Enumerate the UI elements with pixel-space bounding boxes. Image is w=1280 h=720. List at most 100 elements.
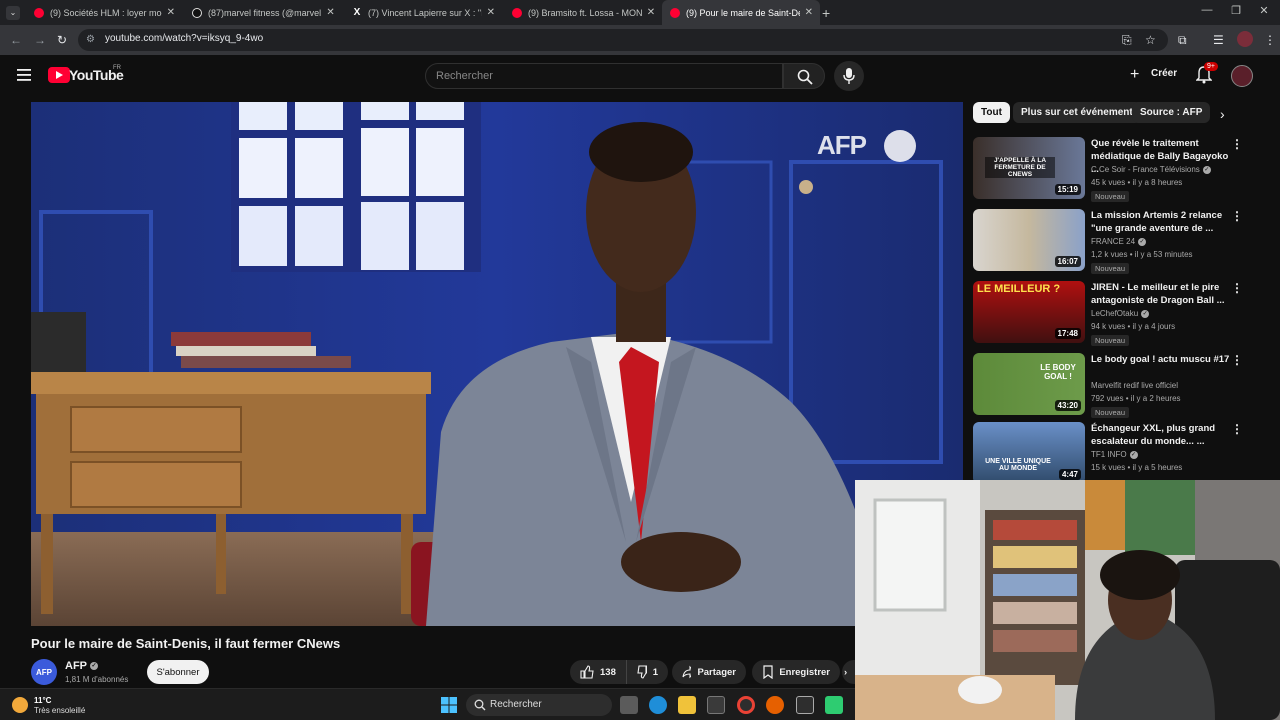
more-actions-button[interactable]: › xyxy=(842,660,856,684)
bookmark-star-icon[interactable]: ☆ xyxy=(1145,33,1156,47)
new-badge: Nouveau xyxy=(1091,335,1130,346)
green-app-icon[interactable] xyxy=(825,696,843,714)
chip-more-on-event[interactable]: Plus sur cet événement xyxy=(1013,102,1141,123)
channel-avatar[interactable]: AFP xyxy=(31,659,57,685)
video-duration: 15:19 xyxy=(1054,184,1081,195)
reading-list-icon[interactable]: ☰ xyxy=(1213,33,1224,47)
task-view-icon[interactable] xyxy=(620,696,638,714)
share-arrow-icon xyxy=(682,665,692,679)
minimize-window-icon[interactable]: — xyxy=(1195,4,1219,16)
channel-name[interactable]: Marvelfit redif live officiel xyxy=(1091,381,1178,390)
maximize-window-icon[interactable]: ❐ xyxy=(1224,4,1248,17)
verified-check-icon: ✓ xyxy=(1202,165,1211,174)
extensions-icon[interactable]: ⧉ xyxy=(1178,33,1187,48)
voice-search-button[interactable] xyxy=(834,61,864,91)
browser-tab-1[interactable]: (9) Sociétés HLM : loyer modé... ✕ xyxy=(26,0,182,25)
video-thumbnail[interactable]: 16:07 xyxy=(973,209,1085,271)
new-badge: Nouveau xyxy=(1091,191,1130,202)
video-title[interactable]: Échangeur XXL, plus grand escalateur du … xyxy=(1091,422,1233,448)
weather-description[interactable]: Très ensoleillé xyxy=(34,706,85,715)
browser-tab-3[interactable]: X (7) Vincent Lapierre sur X : "Il a... … xyxy=(344,0,502,25)
edge-browser-icon[interactable] xyxy=(649,696,667,714)
tab-close-icon[interactable]: ✕ xyxy=(486,7,496,18)
more-actions-icon[interactable]: ⋮ xyxy=(1231,137,1243,151)
forward-arrow-icon[interactable]: → xyxy=(34,33,46,47)
site-info-icon[interactable]: ⚙ xyxy=(86,34,95,45)
more-actions-icon[interactable]: ⋮ xyxy=(1231,422,1243,436)
hamburger-menu-icon[interactable] xyxy=(17,69,31,81)
tab-title: (9) Bramsito ft. Lossa - MONÉG... xyxy=(528,7,642,18)
video-player[interactable]: AFP xyxy=(31,102,963,626)
streaming-app-icon[interactable] xyxy=(796,696,814,714)
verified-check-icon: ✓ xyxy=(90,662,98,671)
tab-search-dropdown-icon[interactable]: ⌄ xyxy=(6,6,20,20)
video-thumbnail[interactable]: J'APPELLE À LA FERMETURE DE CNEWS 15:19 xyxy=(973,137,1085,199)
chip-all[interactable]: Tout xyxy=(973,102,1010,123)
tab-close-icon[interactable]: ✕ xyxy=(804,7,814,18)
microsoft-store-icon[interactable] xyxy=(707,696,725,714)
video-thumbnail[interactable]: LE MEILLEUR ? 17:48 xyxy=(973,281,1085,343)
taskbar-search-box[interactable]: Rechercher xyxy=(466,694,612,716)
video-title[interactable]: Le body goal ! actu muscu #17 xyxy=(1091,353,1233,366)
verified-check-icon: ✓ xyxy=(1129,450,1138,459)
youtube-favicon-icon xyxy=(512,7,522,18)
dislike-button[interactable]: 1 xyxy=(626,660,668,684)
chrome-browser-icon[interactable] xyxy=(737,696,755,714)
share-label: Partager xyxy=(697,666,736,678)
save-button[interactable]: Enregistrer xyxy=(752,660,840,684)
windows-start-icon[interactable] xyxy=(441,697,457,713)
channel-name[interactable]: TF1 INFO ✓ xyxy=(1091,450,1138,459)
browser-tab-4[interactable]: (9) Bramsito ft. Lossa - MONÉG... ✕ xyxy=(504,0,662,25)
chip-source-afp[interactable]: Source : AFP xyxy=(1132,102,1211,123)
install-app-icon[interactable]: ⎘ xyxy=(1122,33,1132,48)
channel-name-text: AFP xyxy=(65,660,87,672)
channel-name[interactable]: AFP ✓ xyxy=(65,660,98,672)
new-tab-plus-icon[interactable]: + xyxy=(822,5,830,21)
more-actions-icon[interactable]: ⋮ xyxy=(1231,281,1243,295)
create-button[interactable]: Créer xyxy=(1151,68,1177,79)
video-title[interactable]: La mission Artemis 2 relance "une grande… xyxy=(1091,209,1233,235)
close-window-icon[interactable]: ✕ xyxy=(1252,4,1276,17)
youtube-favicon-icon xyxy=(670,7,680,18)
subscribe-button[interactable]: S'abonner xyxy=(147,660,209,684)
youtube-logo-icon[interactable] xyxy=(48,67,70,83)
video-title[interactable]: JIREN - Le meilleur et le pire antagonis… xyxy=(1091,281,1233,307)
browser-menu-icon[interactable]: ⋮ xyxy=(1264,33,1276,47)
sun-weather-icon[interactable] xyxy=(12,697,28,713)
firefox-browser-icon[interactable] xyxy=(766,696,784,714)
file-explorer-icon[interactable] xyxy=(678,696,696,714)
chevron-right-icon[interactable]: › xyxy=(1220,106,1225,122)
url-text[interactable]: youtube.com/watch?v=iksyq_9-4wo xyxy=(105,33,263,44)
like-button[interactable]: 138 xyxy=(570,660,626,684)
tab-title: (87)marvel fitness (@marvel.fit) xyxy=(208,7,322,18)
more-actions-icon[interactable]: ⋮ xyxy=(1231,209,1243,223)
browser-tab-5-active[interactable]: (9) Pour le maire de Saint-Deni... ✕ xyxy=(662,0,820,25)
recommended-video-1[interactable]: J'APPELLE À LA FERMETURE DE CNEWS 15:19 … xyxy=(973,137,1253,202)
video-thumbnail[interactable]: LE BODY GOAL ! 43:20 xyxy=(973,353,1085,415)
video-thumbnail[interactable]: UNE VILLE UNIQUE AU MONDE 4:47 xyxy=(973,422,1085,484)
thumbs-down-icon xyxy=(637,665,647,679)
recommended-video-4[interactable]: LE BODY GOAL ! 43:20 Le body goal ! actu… xyxy=(973,353,1253,418)
recommended-video-5[interactable]: UNE VILLE UNIQUE AU MONDE 4:47 Échangeur… xyxy=(973,422,1253,486)
weather-temperature[interactable]: 11°C xyxy=(34,696,51,705)
search-input[interactable]: Rechercher xyxy=(425,63,783,89)
tab-title: (9) Sociétés HLM : loyer modé... xyxy=(50,7,162,18)
channel-name[interactable]: C Ce Soir - France Télévisions ✓ xyxy=(1091,165,1211,174)
search-button[interactable] xyxy=(783,63,825,89)
recommended-video-3[interactable]: LE MEILLEUR ? 17:48 JIREN - Le meilleur … xyxy=(973,281,1253,346)
reload-icon[interactable]: ↻ xyxy=(57,33,67,47)
channel-name[interactable]: FRANCE 24 ✓ xyxy=(1091,237,1147,246)
tab-close-icon[interactable]: ✕ xyxy=(166,7,176,18)
user-avatar[interactable] xyxy=(1231,65,1253,87)
more-actions-icon[interactable]: ⋮ xyxy=(1231,353,1243,367)
recommended-video-2[interactable]: 16:07 La mission Artemis 2 relance "une … xyxy=(973,209,1253,274)
share-button[interactable]: Partager xyxy=(672,660,746,684)
browser-profile-avatar[interactable] xyxy=(1237,31,1253,47)
channel-name[interactable]: LeChefOtaku ✓ xyxy=(1091,309,1150,318)
back-arrow-icon[interactable]: ← xyxy=(10,33,22,47)
browser-tab-2[interactable]: (87)marvel fitness (@marvel.fit) ✕ xyxy=(184,0,342,25)
tab-close-icon[interactable]: ✕ xyxy=(325,7,336,18)
search-placeholder: Rechercher xyxy=(436,70,493,82)
tab-close-icon[interactable]: ✕ xyxy=(646,7,656,18)
country-code: FR xyxy=(113,65,121,71)
